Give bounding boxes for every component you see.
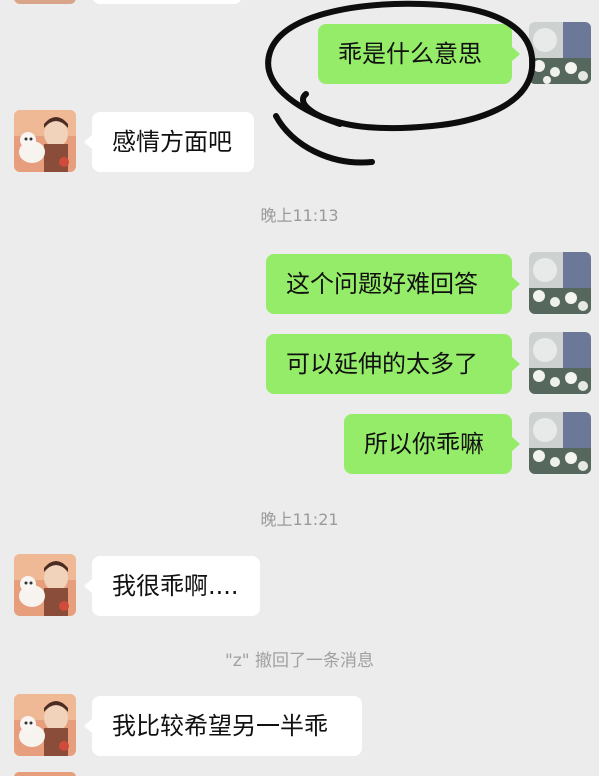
timestamp: 晚上11:13 [260,206,339,225]
partial-incoming-bubble[interactable] [92,0,242,4]
recall-notice: "z" 撤回了一条消息 [225,651,374,671]
incoming-avatar[interactable] [14,110,76,172]
cartoon-boy-with-cat-avatar-icon [14,110,76,172]
chat-screen: 乖是什么意思 感情方面吧 晚上11:13 这个问题好难回答 可以延伸的太多了 所… [0,0,599,776]
cartoon-boy-with-cat-avatar-icon [14,554,76,616]
flowers-photo-avatar-icon [529,332,591,394]
message-bubble-outgoing[interactable]: 乖是什么意思 [318,24,520,84]
message-bubble-incoming[interactable]: 我比较希望另一半乖 [84,696,362,756]
message-bubble-incoming[interactable]: 我很乖啊.... [84,556,260,616]
message-bubble-outgoing[interactable]: 可以延伸的太多了 [266,334,520,394]
message-bubble-outgoing[interactable]: 所以你乖嘛 [344,414,520,474]
cartoon-boy-with-cat-avatar-icon [14,694,76,756]
message-bubble-outgoing[interactable]: 这个问题好难回答 [266,254,520,314]
flowers-photo-avatar-icon [529,252,591,314]
partial-incoming-avatar[interactable] [14,772,76,776]
outgoing-avatar[interactable] [529,22,591,84]
outgoing-avatar[interactable] [529,332,591,394]
outgoing-avatar[interactable] [529,412,591,474]
partial-incoming-avatar[interactable] [14,0,76,4]
outgoing-avatar[interactable] [529,252,591,314]
message-bubble-incoming[interactable]: 感情方面吧 [84,112,254,172]
incoming-avatar[interactable] [14,694,76,756]
flowers-photo-avatar-icon [529,22,591,84]
flowers-photo-avatar-icon [529,412,591,474]
incoming-avatar[interactable] [14,554,76,616]
timestamp: 晚上11:21 [260,510,339,529]
